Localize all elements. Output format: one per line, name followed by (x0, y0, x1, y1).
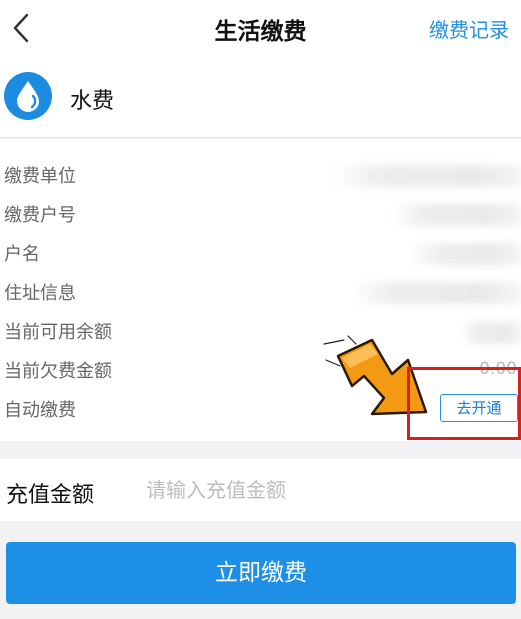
redacted-value (351, 282, 521, 304)
recharge-amount-row: 充值金额 (0, 459, 521, 521)
recharge-amount-input[interactable] (146, 473, 506, 507)
redacted-value (391, 204, 521, 226)
enable-auto-pay-button[interactable]: 去开通 (440, 394, 518, 422)
info-label: 自动缴费 (4, 400, 76, 421)
info-label: 当前欠费金额 (4, 361, 112, 382)
info-row-available-balance: 当前可用余额 (0, 311, 521, 350)
redacted-value (331, 165, 521, 187)
payment-records-link[interactable]: 缴费记录 (429, 14, 509, 43)
recharge-amount-label: 充值金额 (6, 483, 95, 508)
info-row-address: 住址信息 (0, 272, 521, 311)
pay-now-button[interactable]: 立即缴费 (6, 542, 516, 604)
nav-bar: 生活缴费 缴费记录 (0, 0, 521, 56)
info-row-account-name: 户名 (0, 233, 521, 272)
redacted-value (461, 322, 521, 344)
service-header: 水费 (0, 56, 521, 138)
bill-info-list: 缴费单位 缴费户号 户名 住址信息 当前可用余额 当前欠费金额 0.00 自动缴… (0, 139, 521, 441)
info-row-account-number: 缴费户号 (0, 194, 521, 233)
redacted-value (411, 243, 521, 265)
water-drop-icon (4, 72, 52, 120)
info-label: 住址信息 (4, 283, 76, 304)
info-label: 当前可用余额 (4, 322, 112, 343)
page: 生活缴费 缴费记录 水费 缴费单位 缴费户号 户名 住址信息 当前可用余额 当前… (0, 0, 521, 619)
service-name: 水费 (70, 89, 115, 114)
info-label: 缴费户号 (4, 205, 76, 226)
info-row-payment-unit: 缴费单位 (0, 155, 521, 194)
info-label: 户名 (4, 244, 40, 265)
info-label: 缴费单位 (4, 166, 76, 187)
